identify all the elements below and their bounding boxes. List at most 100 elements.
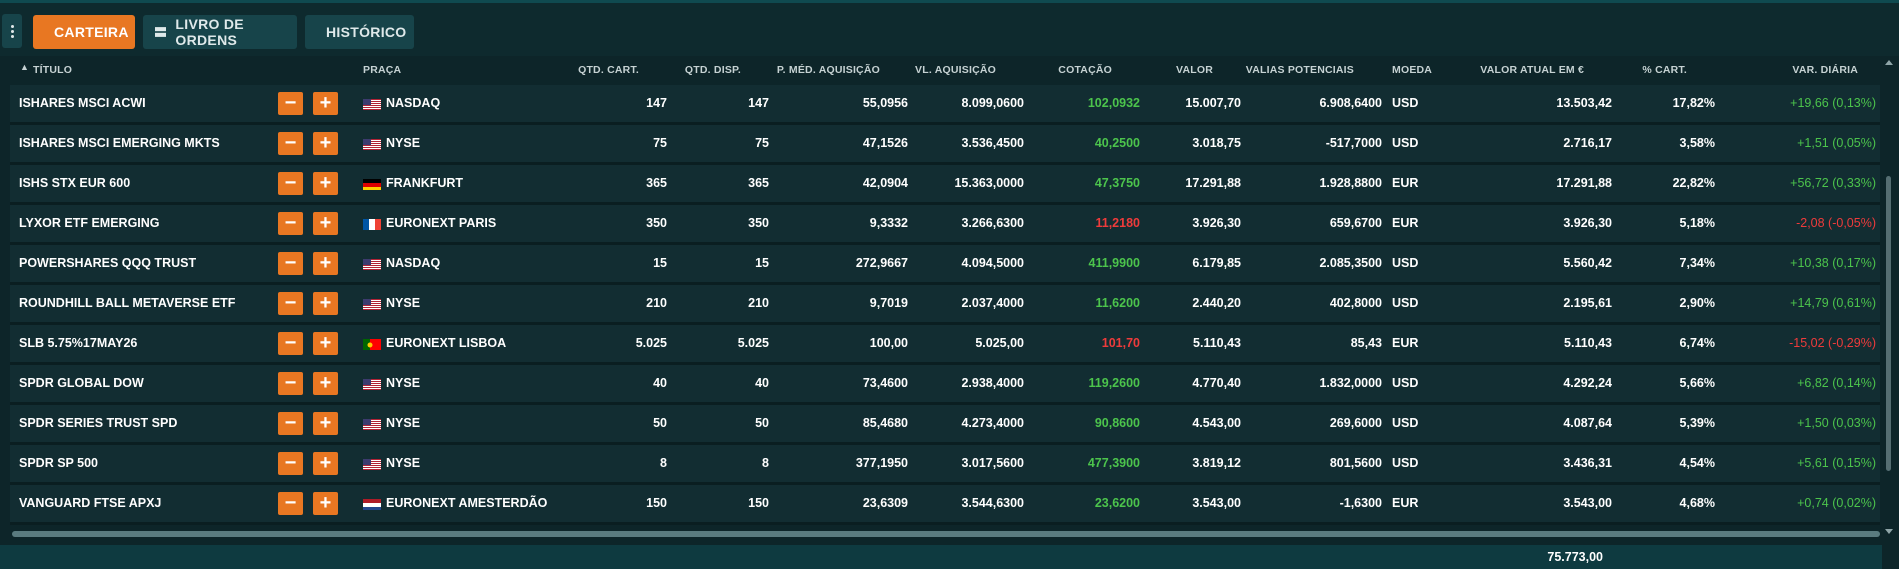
var-diaria-cell: -2,08 (-0,05%)	[1796, 216, 1876, 230]
table-row[interactable]: ISHARES MSCI ACWI − + NASDAQ 147 147 55,0956 8.…	[10, 85, 1880, 125]
sell-minus-button[interactable]: −	[278, 92, 303, 115]
qtd-cart-cell: 8	[660, 456, 667, 470]
sell-minus-button[interactable]: −	[278, 412, 303, 435]
sell-minus-button[interactable]: −	[278, 252, 303, 275]
col-p-med-aquisicao[interactable]: P. MÉD. AQUISIÇÃO	[777, 64, 880, 76]
sell-minus-button[interactable]: −	[278, 212, 303, 235]
country-flag-icon	[363, 298, 381, 310]
total-valor-atual-eur: 75.773,00	[1547, 550, 1603, 564]
sort-asc-icon: ▲	[20, 62, 30, 72]
valias-cell: 1.832,0000	[1319, 376, 1382, 390]
totals-footer: 75.773,00	[0, 545, 1899, 569]
sell-minus-button[interactable]: −	[278, 372, 303, 395]
buy-plus-button[interactable]: +	[313, 92, 338, 115]
vl-aquisicao-cell: 15.363,0000	[954, 176, 1024, 190]
col-valor[interactable]: VALOR	[1176, 64, 1213, 76]
titulo-cell[interactable]: ROUNDHILL BALL METAVERSE ETF	[19, 285, 235, 322]
titulo-cell[interactable]: LYXOR ETF EMERGING	[19, 205, 160, 242]
titulo-cell[interactable]: SLB 5.75%17MAY26	[19, 325, 137, 362]
more-menu-button[interactable]	[2, 14, 22, 48]
tab-historico[interactable]: HISTÓRICO	[305, 15, 414, 49]
titulo-cell[interactable]: POWERSHARES QQQ TRUST	[19, 245, 196, 282]
valor-atual-eur-cell: 3.926,30	[1563, 216, 1612, 230]
buy-plus-button[interactable]: +	[313, 292, 338, 315]
titulo-cell[interactable]: ISHS STX EUR 600	[19, 165, 130, 202]
cotacao-cell: 47,3750	[1094, 176, 1140, 190]
vertical-scrollbar[interactable]	[1884, 58, 1893, 536]
valor-atual-eur-cell: 4.087,64	[1563, 416, 1612, 430]
sell-minus-button[interactable]: −	[278, 492, 303, 515]
tab-livro-de-ordens[interactable]: LIVRO DE ORDENS	[143, 15, 297, 49]
buy-plus-button[interactable]: +	[313, 132, 338, 155]
scroll-down-icon[interactable]	[1885, 529, 1893, 534]
vl-aquisicao-cell: 4.273,4000	[961, 416, 1024, 430]
table-row[interactable]: SLB 5.75%17MAY26 − + EURONEXT LISBOA 5.025 5.…	[10, 325, 1880, 365]
table-row[interactable]: SPDR SP 500 − + NYSE 8 8 377,1950 3.017,5600 477…	[10, 445, 1880, 485]
table-row[interactable]: VANGUARD FTSE APXJ − + EURONEXT AMESTERDÃO 1…	[10, 485, 1880, 525]
horizontal-scrollbar-thumb[interactable]	[12, 531, 1880, 537]
country-flag-icon	[363, 218, 381, 230]
qtd-disp-cell: 147	[748, 96, 769, 110]
titulo-cell[interactable]: ISHARES MSCI EMERGING MKTS	[19, 125, 220, 162]
col-valor-atual-eur[interactable]: VALOR ATUAL EM €	[1480, 64, 1584, 76]
table-row[interactable]: ISHS STX EUR 600 − + FRANKFURT 365 365 42,0904…	[10, 165, 1880, 205]
table-row[interactable]: SPDR SERIES TRUST SPD − + NYSE 50 50 85,4680 4.…	[10, 405, 1880, 445]
titulo-cell[interactable]: SPDR SERIES TRUST SPD	[19, 405, 177, 442]
qtd-cart-cell: 5.025	[635, 336, 667, 350]
table-row[interactable]: LYXOR ETF EMERGING − + EURONEXT PARIS 350 350…	[10, 205, 1880, 245]
col-cotacao[interactable]: COTAÇÃO	[1058, 64, 1112, 76]
qtd-disp-cell: 75	[755, 136, 769, 150]
col-moeda[interactable]: MOEDA	[1392, 64, 1432, 76]
titulo-cell[interactable]: SPDR GLOBAL DOW	[19, 365, 144, 402]
table-row[interactable]: ROUNDHILL BALL METAVERSE ETF − + NYSE 210 210…	[10, 285, 1880, 325]
titulo-cell[interactable]: SPDR SP 500	[19, 445, 98, 482]
col-praca[interactable]: PRAÇA	[363, 64, 401, 76]
p-med-aquisicao-cell: 100,00	[869, 336, 908, 350]
sell-minus-button[interactable]: −	[278, 452, 303, 475]
buy-plus-button[interactable]: +	[313, 452, 338, 475]
buy-plus-button[interactable]: +	[313, 172, 338, 195]
table-row[interactable]: ISHARES MSCI EMERGING MKTS − + NYSE 75 75 47,1…	[10, 125, 1880, 165]
col-var-diaria[interactable]: VAR. DIÁRIA	[1792, 64, 1858, 76]
titulo-cell[interactable]: VANGUARD FTSE APXJ	[19, 485, 161, 522]
vl-aquisicao-cell: 3.544,6300	[961, 496, 1024, 510]
col-valias-potenciais[interactable]: VALIAS POTENCIAIS	[1246, 64, 1354, 76]
praca-cell: NYSE	[386, 296, 421, 310]
sell-minus-button[interactable]: −	[278, 332, 303, 355]
sell-minus-button[interactable]: −	[278, 172, 303, 195]
buy-plus-button[interactable]: +	[313, 492, 338, 515]
pct-cart-cell: 4,54%	[1679, 456, 1715, 470]
praca-cell: NYSE	[386, 376, 421, 390]
col-qtd-cart[interactable]: QTD. CART.	[578, 64, 639, 76]
horizontal-scrollbar[interactable]	[12, 531, 1880, 537]
buy-plus-button[interactable]: +	[313, 212, 338, 235]
buy-plus-button[interactable]: +	[313, 412, 338, 435]
scroll-up-icon[interactable]	[1885, 60, 1893, 65]
table-row[interactable]: SPDR GLOBAL DOW − + NYSE 40 40 73,4600 2.938,40…	[10, 365, 1880, 405]
buy-plus-button[interactable]: +	[313, 332, 338, 355]
buy-plus-button[interactable]: +	[313, 372, 338, 395]
country-flag-icon	[363, 258, 381, 270]
tab-carteira[interactable]: CARTEIRA	[33, 15, 135, 49]
col-titulo[interactable]: TÍTULO	[33, 64, 72, 76]
valor-atual-eur-cell: 5.110,43	[1564, 336, 1612, 350]
qtd-disp-cell: 350	[748, 216, 769, 230]
vertical-scrollbar-thumb[interactable]	[1886, 176, 1891, 471]
moeda-cell: USD	[1392, 416, 1419, 430]
p-med-aquisicao-cell: 377,1950	[855, 456, 908, 470]
p-med-aquisicao-cell: 9,3332	[869, 216, 908, 230]
table-row[interactable]: POWERSHARES QQQ TRUST − + NASDAQ 15 15 272,966…	[10, 245, 1880, 285]
sell-minus-button[interactable]: −	[278, 132, 303, 155]
country-flag-icon	[363, 498, 381, 510]
col-qtd-disp[interactable]: QTD. DISP.	[685, 64, 741, 76]
titulo-cell[interactable]: ISHARES MSCI ACWI	[19, 85, 146, 122]
valor-atual-eur-cell: 13.503,42	[1556, 96, 1612, 110]
buy-plus-button[interactable]: +	[313, 252, 338, 275]
country-flag-icon	[363, 138, 381, 150]
cotacao-cell: 23,6200	[1094, 496, 1140, 510]
country-flag-icon	[363, 418, 381, 430]
sell-minus-button[interactable]: −	[278, 292, 303, 315]
col-pct-cart[interactable]: % CART.	[1642, 64, 1687, 76]
col-vl-aquisicao[interactable]: VL. AQUISIÇÃO	[915, 64, 996, 76]
qtd-disp-cell: 365	[748, 176, 769, 190]
